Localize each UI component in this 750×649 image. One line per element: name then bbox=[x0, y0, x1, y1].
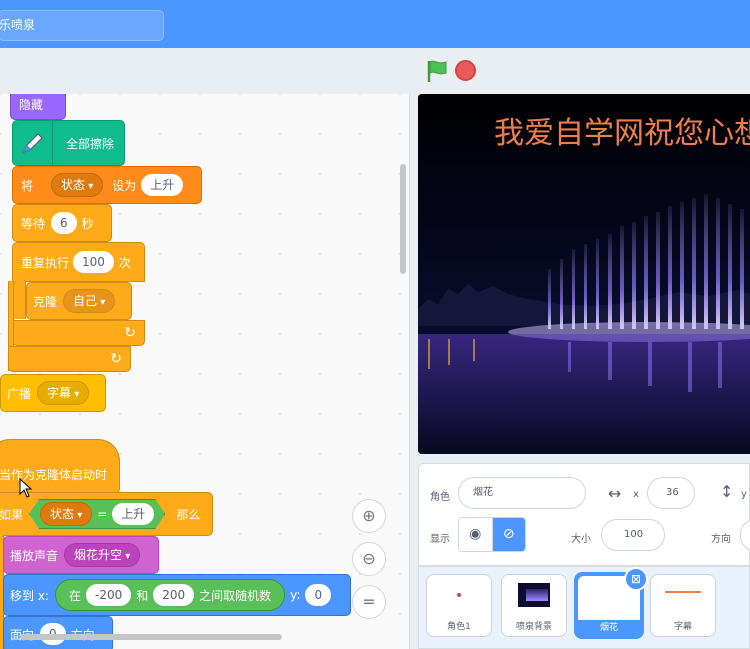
if-block[interactable]: 如果 状态 = 上升 那么 bbox=[0, 492, 213, 536]
size-label: 大小 bbox=[571, 534, 591, 545]
sprite-thumbnail-image bbox=[457, 593, 461, 597]
sprite-thumbnail-image bbox=[665, 591, 701, 593]
pen-extension-icon bbox=[13, 121, 53, 165]
loop-arrow-icon: ↻ bbox=[124, 325, 136, 341]
random-operator[interactable]: 在 -200 和 200 之间取随机数 bbox=[54, 579, 286, 611]
top-menu-bar: 乐喷泉 bbox=[0, 0, 750, 48]
goto-y-input[interactable]: 0 bbox=[305, 584, 332, 606]
visibility-toggle-group: ◉ ⊘ bbox=[458, 517, 526, 552]
then-label: 那么 bbox=[176, 507, 201, 522]
play-sound-block[interactable]: 播放声音 烟花升空 bbox=[3, 536, 159, 574]
random-and-label: 和 bbox=[136, 588, 149, 603]
y-label: y bbox=[741, 489, 747, 500]
variable-dropdown[interactable]: 状态 bbox=[51, 173, 104, 197]
clone-label: 克隆 bbox=[33, 294, 58, 309]
goto-xy-block[interactable]: 移到 x: 在 -200 和 200 之间取随机数 y: 0 bbox=[3, 574, 351, 616]
wait-label: 等待 bbox=[21, 216, 46, 231]
broadcast-message-dropdown[interactable]: 字幕 bbox=[37, 381, 90, 405]
hide-block[interactable]: 隐藏 bbox=[10, 94, 66, 120]
sprite-thumb-label: 烟花 bbox=[599, 623, 618, 633]
code-vertical-scrollbar[interactable] bbox=[400, 164, 406, 274]
sprite-name-input[interactable]: 烟花 bbox=[458, 477, 586, 509]
pen-clear-label: 全部擦除 bbox=[66, 136, 115, 151]
wait-seconds-input[interactable]: 6 bbox=[51, 212, 77, 234]
goto-x-label: 移到 x: bbox=[10, 588, 49, 603]
forever-footer: ↻ bbox=[8, 346, 131, 372]
hide-label: 隐藏 bbox=[19, 97, 44, 112]
random-between-label: 之间取随机数 bbox=[199, 588, 272, 603]
code-area[interactable]: 隐藏 全部擦除 将 状态 设为 上升 等待 6 秒 重复执行 100 次 克隆 … bbox=[0, 94, 410, 649]
y-arrows-icon: ↕ bbox=[720, 482, 734, 501]
x-arrows-icon: ↔ bbox=[608, 484, 622, 503]
sprite-thumb-label: 喷泉背景 bbox=[515, 622, 552, 632]
equals-symbol: = bbox=[97, 507, 108, 521]
delete-sprite-icon[interactable]: ⊠ bbox=[624, 567, 648, 591]
set-label: 将 bbox=[21, 178, 34, 193]
mouse-cursor-icon bbox=[19, 478, 33, 498]
sprite-thumbnail-image bbox=[518, 583, 550, 607]
zoom-reset-icon[interactable]: = bbox=[352, 585, 386, 619]
stage[interactable]: 我爱自学网祝您心想 bbox=[418, 94, 750, 454]
condition-variable-dropdown[interactable]: 状态 bbox=[40, 502, 92, 526]
pen-clear-block[interactable]: 全部擦除 bbox=[12, 120, 125, 166]
equals-operator[interactable]: 状态 = 上升 bbox=[29, 499, 165, 529]
play-sound-label: 播放声音 bbox=[10, 548, 59, 563]
repeat-block[interactable]: 重复执行 100 次 bbox=[12, 242, 145, 282]
wait-block[interactable]: 等待 6 秒 bbox=[12, 204, 112, 242]
set-value-input[interactable]: 上升 bbox=[141, 174, 184, 196]
clone-block[interactable]: 克隆 自己 bbox=[26, 282, 132, 320]
x-position-input[interactable]: 36 bbox=[647, 477, 695, 509]
goto-y-label: y: bbox=[290, 588, 301, 602]
direction-label: 方向 bbox=[711, 534, 731, 545]
if-label: 如果 bbox=[0, 507, 24, 522]
random-in-label: 在 bbox=[68, 588, 81, 603]
condition-value-input[interactable]: 上升 bbox=[112, 503, 154, 525]
clone-target-dropdown[interactable]: 自己 bbox=[63, 289, 116, 313]
size-input[interactable]: 100 bbox=[601, 519, 665, 551]
broadcast-label: 广播 bbox=[7, 386, 32, 401]
show-label: 显示 bbox=[430, 534, 450, 545]
sprite-thumb-label: 字幕 bbox=[673, 622, 692, 632]
sprite-name-label: 角色 bbox=[430, 492, 450, 503]
stage-caption-text: 我爱自学网祝您心想 bbox=[494, 116, 750, 151]
zoom-out-icon[interactable]: ⊖ bbox=[352, 542, 386, 576]
stage-header bbox=[410, 48, 750, 94]
repeat-label: 重复执行 bbox=[21, 255, 70, 270]
stop-icon[interactable] bbox=[455, 60, 476, 81]
sprite-thumb-4[interactable]: 字幕 bbox=[650, 574, 716, 637]
green-flag-icon[interactable] bbox=[424, 58, 450, 84]
repeat-unit-label: 次 bbox=[118, 255, 131, 270]
show-eye-icon[interactable]: ◉ bbox=[459, 518, 492, 551]
sprite-thumb-label: 角色1 bbox=[447, 622, 471, 632]
code-horizontal-scrollbar[interactable] bbox=[20, 634, 282, 640]
x-label: x bbox=[633, 489, 639, 500]
zoom-in-icon[interactable]: ⊕ bbox=[352, 499, 386, 533]
sound-dropdown[interactable]: 烟花升空 bbox=[64, 543, 141, 567]
hide-eye-icon[interactable]: ⊘ bbox=[491, 518, 525, 551]
repeat-arm bbox=[12, 281, 26, 319]
sprite-thumb-2[interactable]: 喷泉背景 bbox=[501, 574, 567, 637]
repeat-count-input[interactable]: 100 bbox=[73, 251, 114, 273]
repeat-footer: ↻ bbox=[12, 320, 145, 346]
clone-hat-label: 当作为克隆体启动时 bbox=[0, 468, 108, 482]
when-clone-starts-hat[interactable]: 当作为克隆体启动时 bbox=[0, 456, 120, 494]
project-title-text: 乐喷泉 bbox=[0, 18, 36, 32]
loop-arrow-icon: ↻ bbox=[110, 351, 122, 367]
sprite-thumb-1[interactable]: 角色1 bbox=[426, 574, 492, 637]
random-from-input[interactable]: -200 bbox=[85, 584, 132, 606]
wait-unit-label: 秒 bbox=[81, 216, 94, 231]
random-to-input[interactable]: 200 bbox=[153, 584, 195, 606]
point-direction-block[interactable]: 面向 0 方向 bbox=[3, 616, 113, 649]
project-title-field[interactable]: 乐喷泉 bbox=[0, 10, 164, 41]
set-to-label: 设为 bbox=[112, 178, 137, 193]
set-variable-block[interactable]: 将 状态 设为 上升 bbox=[12, 166, 202, 204]
broadcast-block[interactable]: 广播 字幕 bbox=[0, 374, 106, 412]
